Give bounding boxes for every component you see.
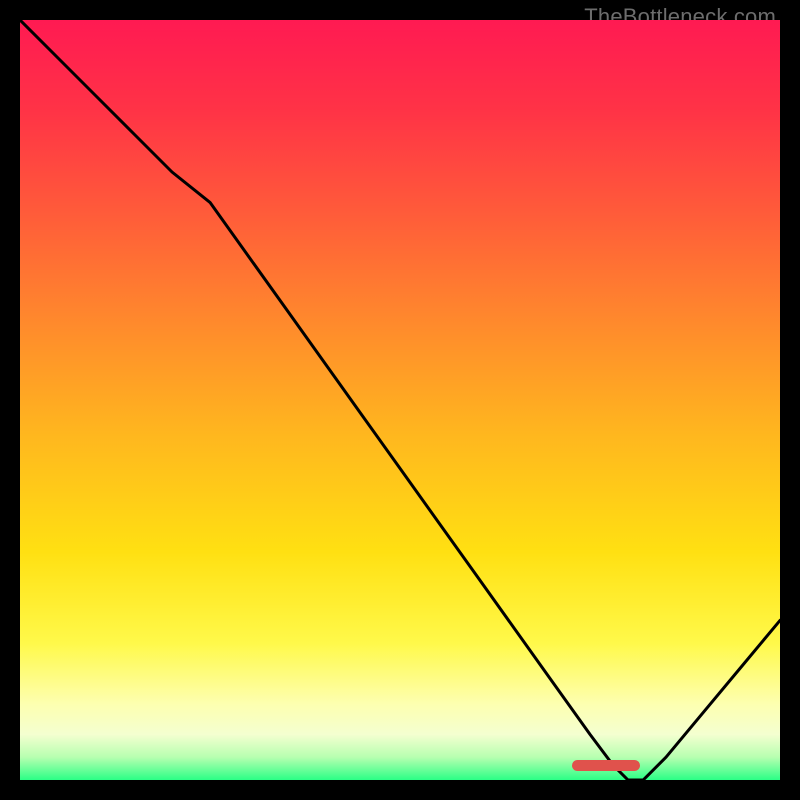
optimal-range-marker [572,760,640,771]
bottleneck-chart [20,20,780,780]
chart-container: TheBottleneck.com [0,0,800,800]
